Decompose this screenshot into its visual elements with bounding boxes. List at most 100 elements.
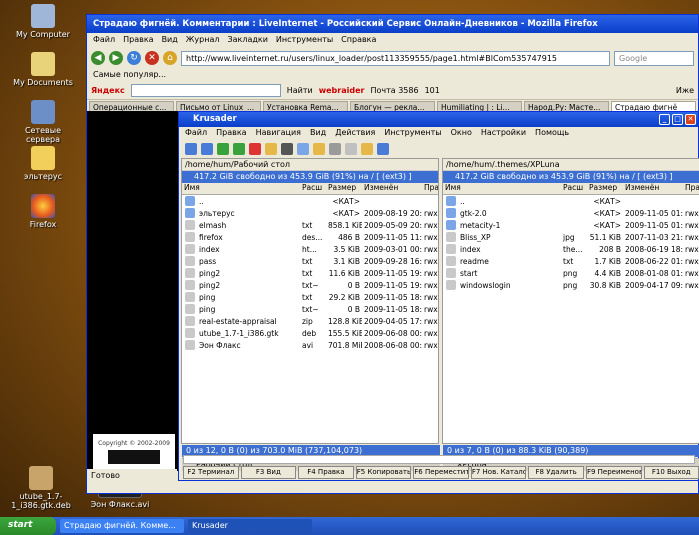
maximize-button[interactable]: □ bbox=[672, 114, 683, 125]
home-button[interactable]: ⌂ bbox=[163, 51, 177, 65]
start-button[interactable]: start bbox=[0, 517, 56, 535]
back-button[interactable]: ◀ bbox=[91, 51, 105, 65]
mail-counter[interactable]: Почта 3586 bbox=[370, 86, 418, 95]
search-icon[interactable] bbox=[265, 143, 277, 155]
fkey-new-folder[interactable]: F7 Нов. Каталог bbox=[470, 466, 527, 479]
col-ext[interactable]: Расш bbox=[561, 183, 587, 194]
task-firefox[interactable]: Страдаю фигнёй. Комме... bbox=[60, 519, 184, 533]
file-row[interactable]: gtk-2.0 <КАТ> 2009-11-05 01:...rwx bbox=[443, 207, 699, 219]
desktop-icon-network[interactable]: Сетевые сервера bbox=[8, 100, 78, 144]
file-row[interactable]: readme txt 1.7 KiB 2008-06-22 01:...rwx bbox=[443, 255, 699, 267]
file-row[interactable]: ping2 txt~ 0 B 2009-11-05 19:...rwx bbox=[182, 279, 438, 291]
file-row[interactable]: Эон Флакс avi 701.8 MiB2008-06-08 00:...rw… bbox=[182, 339, 438, 351]
up-icon[interactable] bbox=[201, 143, 213, 155]
menu-edit[interactable]: Правка bbox=[123, 35, 153, 46]
command-line[interactable] bbox=[183, 455, 695, 464]
yandex-search-input[interactable] bbox=[130, 84, 281, 97]
bookmark-most-visited[interactable]: Самые популяр... bbox=[93, 70, 166, 79]
file-modified: 2009-05-09 20:... bbox=[364, 220, 422, 230]
forward-button[interactable]: ▶ bbox=[109, 51, 123, 65]
reload-button[interactable]: ↻ bbox=[127, 51, 141, 65]
col-ext[interactable]: Расш bbox=[300, 183, 326, 194]
desktop-icon-folder[interactable]: эльтерус bbox=[8, 146, 78, 181]
fkey-delete[interactable]: F8 Удалить bbox=[528, 466, 584, 479]
kr-menu-file[interactable]: Файл bbox=[185, 128, 207, 139]
file-row[interactable]: index ht... 3.5 KiB 2009-03-01 00:...rwx bbox=[182, 243, 438, 255]
fkey-move[interactable]: F6 Переместить bbox=[413, 466, 469, 479]
file-row[interactable]: ping txt 29.2 KiB 2009-11-05 18:...rwx bbox=[182, 291, 438, 303]
search-input[interactable]: Google bbox=[614, 50, 694, 66]
fkey-exit[interactable]: F10 Выход bbox=[643, 466, 699, 479]
right-path[interactable]: /home/hum/.themes/XPLuna bbox=[443, 159, 699, 171]
col-name[interactable]: Имя bbox=[182, 183, 300, 194]
kr-menu-window[interactable]: Окно bbox=[451, 128, 472, 139]
col-size[interactable]: Размер bbox=[326, 183, 362, 194]
menu-view[interactable]: Вид bbox=[162, 35, 178, 46]
col-perm[interactable]: Пра bbox=[683, 183, 699, 194]
kr-menu-edit[interactable]: Правка bbox=[216, 128, 246, 139]
webraider-link[interactable]: webraider bbox=[319, 86, 365, 95]
left-path[interactable]: /home/hum/Рабочий стол bbox=[182, 159, 438, 171]
fkey-rename[interactable]: F9 Переименовать bbox=[585, 466, 642, 479]
yandex-more[interactable]: Иже bbox=[676, 86, 694, 95]
fkey-copy[interactable]: F5 Копировать bbox=[355, 466, 412, 479]
desktop-icon-deb[interactable]: utube_1.7-1_i386.gtk.deb bbox=[2, 466, 80, 510]
folder-icon[interactable] bbox=[313, 143, 325, 155]
menu-bookmarks[interactable]: Закладки bbox=[227, 35, 267, 46]
file-row[interactable]: pass txt 3.1 KiB 2009-09-28 16:...rwx bbox=[182, 255, 438, 267]
kr-menu-help[interactable]: Помощь bbox=[535, 128, 569, 139]
new-folder-icon[interactable] bbox=[297, 143, 309, 155]
liveinternet-counter[interactable] bbox=[108, 450, 160, 464]
col-modified[interactable]: Изменён bbox=[623, 183, 683, 194]
menu-tools[interactable]: Инструменты bbox=[276, 35, 333, 46]
kr-menu-view[interactable]: Вид bbox=[310, 128, 326, 139]
check-icon[interactable] bbox=[233, 143, 245, 155]
pack-icon[interactable] bbox=[361, 143, 373, 155]
file-row[interactable]: firefox des... 486 B 2009-11-05 11:...rwx bbox=[182, 231, 438, 243]
desktop-icon-my-documents[interactable]: My Documents bbox=[8, 52, 78, 87]
stop-button[interactable]: ✕ bbox=[145, 51, 159, 65]
unpack-icon[interactable] bbox=[377, 143, 389, 155]
col-size[interactable]: Размер bbox=[587, 183, 623, 194]
menu-file[interactable]: Файл bbox=[93, 35, 115, 46]
file-row[interactable]: start png 4.4 KiB 2008-01-08 01:...rwx bbox=[443, 267, 699, 279]
file-row[interactable]: .. <КАТ> bbox=[443, 195, 699, 207]
kr-menu-settings[interactable]: Настройки bbox=[481, 128, 526, 139]
file-row[interactable]: эльтерус <КАТ> 2009-08-19 20:...rwx bbox=[182, 207, 438, 219]
fkey-terminal[interactable]: F2 Терминал bbox=[183, 466, 239, 479]
file-row[interactable]: ping2 txt 11.6 KiB 2009-11-05 19:...rwx bbox=[182, 267, 438, 279]
kr-menu-actions[interactable]: Действия bbox=[335, 128, 375, 139]
col-name[interactable]: Имя bbox=[443, 183, 561, 194]
kr-menu-tools[interactable]: Инструменты bbox=[384, 128, 441, 139]
col-modified[interactable]: Изменён bbox=[362, 183, 422, 194]
file-row[interactable]: metacity-1 <КАТ> 2009-11-05 01:...rwx bbox=[443, 219, 699, 231]
binoculars-icon[interactable] bbox=[281, 143, 293, 155]
desktop-icon-firefox[interactable]: Firefox bbox=[8, 194, 78, 229]
file-row[interactable]: elmash txt 858.1 KiB2009-05-09 20:...rwx bbox=[182, 219, 438, 231]
file-row[interactable]: utube_1.7-1_i386.gtk deb 155.5 KiB 2009-06-… bbox=[182, 327, 438, 339]
menu-history[interactable]: Журнал bbox=[186, 35, 220, 46]
yandex-find-button[interactable]: Найти bbox=[287, 86, 313, 95]
file-row[interactable]: .. <КАТ> bbox=[182, 195, 438, 207]
fkey-view[interactable]: F3 Вид bbox=[240, 466, 297, 479]
file-row[interactable]: ping txt~ 0 B 2009-11-05 18:...rwx bbox=[182, 303, 438, 315]
file-row[interactable]: real-estate-appraisal zip 128.8 KiB 2009-04… bbox=[182, 315, 438, 327]
close-button[interactable]: ✕ bbox=[685, 114, 696, 125]
file-row[interactable]: Bliss_XP jpg 51.1 KiB 2007-11-03 21:...rwx bbox=[443, 231, 699, 243]
refresh-icon[interactable] bbox=[217, 143, 229, 155]
task-krusader[interactable]: Krusader bbox=[188, 519, 312, 533]
col-perm[interactable]: Пра bbox=[422, 183, 438, 194]
file-row[interactable]: windowslogin png 30.8 KiB 2009-04-17 09:...… bbox=[443, 279, 699, 291]
desktop-icon-my-computer[interactable]: My Computer bbox=[8, 4, 78, 39]
minimize-button[interactable]: _ bbox=[659, 114, 670, 125]
fkey-edit[interactable]: F4 Правка bbox=[298, 466, 354, 479]
count-badge[interactable]: 101 bbox=[425, 86, 440, 95]
kr-menu-navigation[interactable]: Навигация bbox=[256, 128, 301, 139]
file-row[interactable]: index the... 208 B 2008-06-19 18:...rwx bbox=[443, 243, 699, 255]
terminal-icon[interactable] bbox=[345, 143, 357, 155]
delete-icon[interactable] bbox=[249, 143, 261, 155]
back-icon[interactable] bbox=[185, 143, 197, 155]
url-bar[interactable]: http://www.liveinternet.ru/users/linux_l… bbox=[181, 50, 610, 66]
sync-icon[interactable] bbox=[329, 143, 341, 155]
menu-help[interactable]: Справка bbox=[341, 35, 376, 46]
